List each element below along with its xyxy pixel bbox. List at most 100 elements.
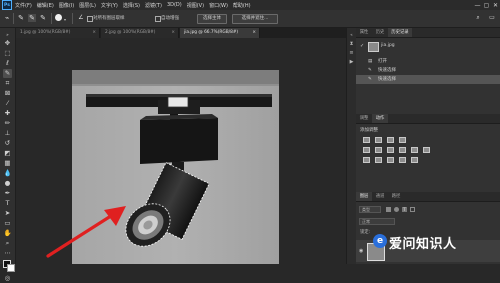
- play-icon[interactable]: ▶: [348, 59, 355, 66]
- menu-file[interactable]: 文件(F): [15, 2, 32, 9]
- brush-size-icon[interactable]: [55, 14, 62, 21]
- eyedropper-tool-icon[interactable]: ⁄: [3, 99, 12, 108]
- tab-document-jia[interactable]: jia.jpg @ 66.7%(RGB/8#) ×: [180, 28, 260, 38]
- search-icon[interactable]: ⌕: [474, 14, 482, 22]
- close-icon[interactable]: ×: [92, 28, 96, 38]
- tab-document-1[interactable]: 1.jpg @ 100%(RGB/8#) ×: [16, 28, 100, 38]
- filter-type-icon[interactable]: T: [402, 207, 407, 212]
- filter-pixel-icon[interactable]: [386, 207, 391, 212]
- menu-layer[interactable]: 图层(L): [79, 2, 96, 9]
- menu-edit[interactable]: 编辑(E): [37, 2, 54, 9]
- lasso-tool-icon[interactable]: ℓ: [3, 59, 12, 68]
- photo-filter-icon[interactable]: [411, 147, 418, 153]
- panel-dock-strip: « ⧗ ≡ ▶: [346, 28, 356, 264]
- more-tools-icon[interactable]: ⋯: [3, 249, 12, 258]
- menu-bar: Ps 文件(F) 编辑(E) 图像(I) 图层(L) 文字(Y) 选择(S) 滤…: [0, 0, 500, 10]
- move-tool-icon[interactable]: ✥: [3, 39, 12, 48]
- clone-stamp-tool-icon[interactable]: ⊥: [3, 129, 12, 138]
- eye-icon[interactable]: ◉: [359, 248, 363, 254]
- quick-selection-icon: ✎: [368, 68, 372, 73]
- collapse-icon[interactable]: «: [348, 31, 355, 38]
- select-subject-button[interactable]: 选择主体: [197, 14, 227, 24]
- exposure-icon[interactable]: [399, 137, 406, 143]
- close-icon[interactable]: ×: [171, 28, 175, 38]
- quick-selection-tool-icon[interactable]: ⌁: [3, 14, 11, 22]
- new-selection-brush-icon[interactable]: ✎: [17, 14, 25, 22]
- close-icon[interactable]: ×: [252, 28, 256, 38]
- filter-adjustment-icon[interactable]: [394, 207, 399, 212]
- document-tabs: 1.jpg @ 100%(RGB/8#) × 2.jpg @ 100%(RGB/8…: [16, 28, 346, 38]
- menu-filter[interactable]: 滤镜(T): [145, 2, 162, 9]
- black-white-icon[interactable]: [399, 147, 406, 153]
- history-item-selected[interactable]: ✎ 快速选择: [356, 75, 500, 84]
- select-and-mask-button[interactable]: 选择并遮住...: [232, 14, 278, 24]
- filter-shape-icon[interactable]: [410, 207, 415, 212]
- history-brush-tool-icon[interactable]: ↺: [3, 139, 12, 148]
- invert-icon[interactable]: [363, 157, 370, 163]
- channel-mixer-icon[interactable]: [423, 147, 430, 153]
- quick-mask-icon[interactable]: ◎: [3, 274, 12, 283]
- tab-adjustments[interactable]: 调整: [356, 114, 372, 123]
- menu-type[interactable]: 文字(Y): [101, 2, 118, 9]
- tab-properties[interactable]: 属性: [356, 28, 372, 37]
- menu-help[interactable]: 帮助(H): [233, 2, 251, 9]
- frame-tool-icon[interactable]: ⊠: [3, 89, 12, 98]
- gradient-map-icon[interactable]: [399, 157, 406, 163]
- menu-select[interactable]: 选择(S): [123, 2, 140, 9]
- minimize-button[interactable]: —: [473, 2, 482, 9]
- workspace-icon[interactable]: ▭: [488, 14, 496, 22]
- rectangle-tool-icon[interactable]: ▭: [3, 219, 12, 228]
- collapse-icon[interactable]: »: [3, 30, 12, 39]
- layers-panel-tabs: 图层 通道 路径: [356, 192, 500, 202]
- menu-window[interactable]: 窗口(W): [209, 2, 228, 9]
- chevron-down-icon[interactable]: ▾: [64, 17, 66, 22]
- marquee-tool-icon[interactable]: ⬚: [3, 49, 12, 58]
- threshold-icon[interactable]: [387, 157, 394, 163]
- pen-tool-icon[interactable]: ✒: [3, 189, 12, 198]
- history-item[interactable]: ✎ 快速选择: [356, 66, 500, 75]
- posterize-icon[interactable]: [375, 157, 382, 163]
- gradient-tool-icon[interactable]: ▦: [3, 159, 12, 168]
- close-window-button[interactable]: ✕: [491, 2, 500, 9]
- properties-icon[interactable]: ≡: [348, 50, 355, 57]
- subtract-selection-brush-icon[interactable]: ✎: [39, 14, 47, 22]
- blur-tool-icon[interactable]: 💧: [3, 169, 12, 178]
- hue-saturation-icon[interactable]: [375, 147, 382, 153]
- quick-selection-tool-icon[interactable]: ✎: [3, 69, 12, 78]
- healing-brush-tool-icon[interactable]: ✚: [3, 109, 12, 118]
- maximize-button[interactable]: ▢: [482, 2, 491, 9]
- type-tool-icon[interactable]: T: [3, 199, 12, 208]
- dodge-tool-icon[interactable]: ●: [3, 179, 12, 188]
- background-color-swatch[interactable]: [7, 264, 15, 272]
- brush-tool-icon[interactable]: ✏: [3, 119, 12, 128]
- history-icon[interactable]: ⧗: [348, 41, 355, 48]
- zoom-tool-icon[interactable]: ⌕: [3, 239, 12, 248]
- brightness-icon[interactable]: [363, 137, 370, 143]
- tab-history-short[interactable]: 历史: [372, 28, 388, 37]
- add-to-selection-brush-icon[interactable]: ✎: [28, 14, 36, 22]
- crop-tool-icon[interactable]: ⌗: [3, 79, 12, 88]
- history-item[interactable]: ▤ 打开: [356, 57, 500, 66]
- menu-view[interactable]: 视图(V): [187, 2, 204, 9]
- selective-color-icon[interactable]: [411, 157, 418, 163]
- tab-document-2[interactable]: 2.jpg @ 100%(RGB/8#) ×: [101, 28, 179, 38]
- history-snapshot[interactable]: ✓ jia.jpg: [356, 41, 500, 52]
- tab-paths[interactable]: 路径: [388, 192, 404, 201]
- menu-3d[interactable]: 3D(D): [167, 2, 182, 8]
- vibrance-icon[interactable]: [363, 147, 370, 153]
- layer-kind-filter[interactable]: 类型: [359, 206, 381, 213]
- tab-channels[interactable]: 通道: [372, 192, 388, 201]
- angle-icon[interactable]: ∠: [77, 14, 85, 22]
- curves-icon[interactable]: [387, 137, 394, 143]
- color-balance-icon[interactable]: [387, 147, 394, 153]
- tab-layers[interactable]: 图层: [356, 192, 372, 201]
- hand-tool-icon[interactable]: ✋: [3, 229, 12, 238]
- path-selection-tool-icon[interactable]: ➤: [3, 209, 12, 218]
- blend-mode-select[interactable]: 正常: [359, 218, 395, 225]
- tab-actions[interactable]: 动作: [372, 114, 388, 123]
- snapshot-label: jia.jpg: [381, 43, 395, 48]
- eraser-tool-icon[interactable]: ◩: [3, 149, 12, 158]
- tab-history[interactable]: 历史记录: [388, 28, 412, 37]
- levels-icon[interactable]: [375, 137, 382, 143]
- menu-image[interactable]: 图像(I): [59, 2, 74, 9]
